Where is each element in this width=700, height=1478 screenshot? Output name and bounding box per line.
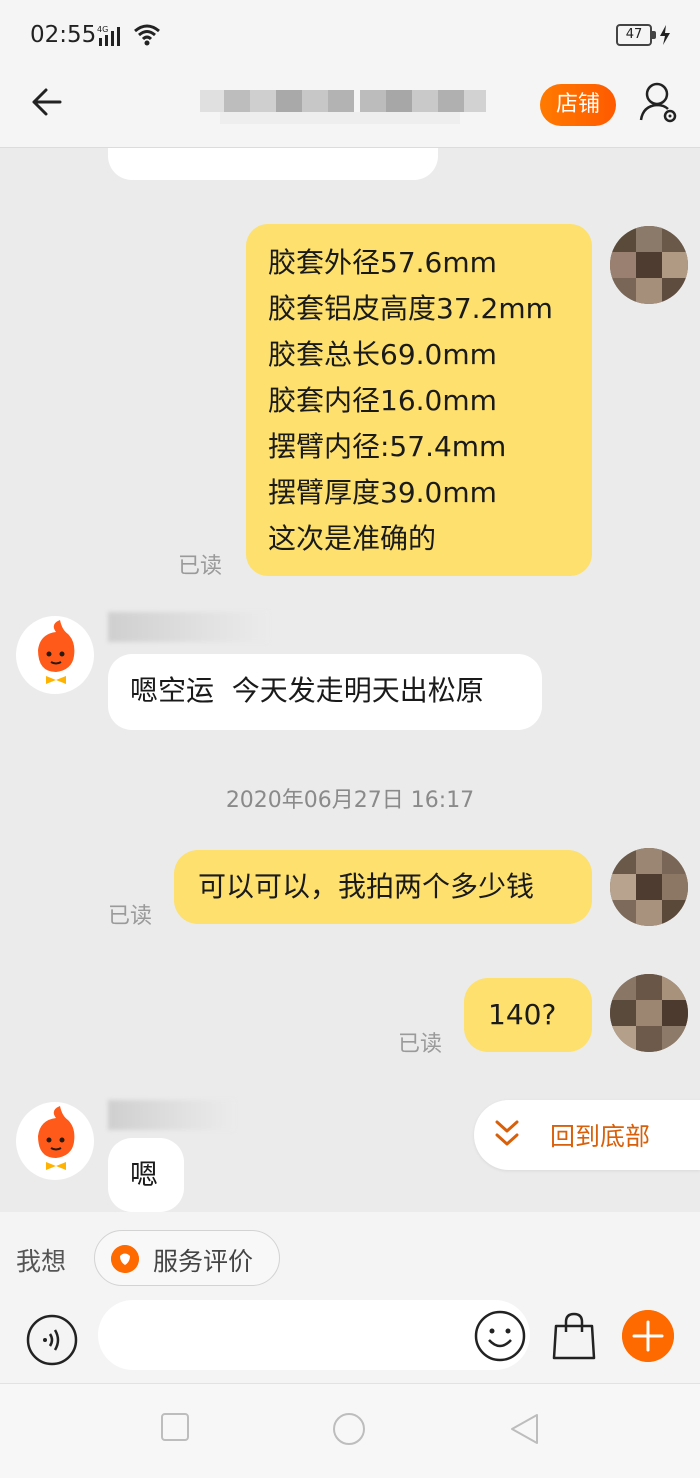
profile-settings-icon[interactable] xyxy=(638,80,680,124)
sender-name-blurred xyxy=(108,612,268,642)
emoji-icon[interactable] xyxy=(474,1310,526,1362)
message-text: 嗯 xyxy=(130,1158,159,1191)
service-review-label: 服务评价 xyxy=(153,1247,254,1276)
chevron-double-down-icon xyxy=(495,1120,519,1146)
signal-icon: 4G xyxy=(97,25,120,46)
message-bubble-outgoing[interactable]: 可以可以，我拍两个多少钱 xyxy=(174,850,592,924)
service-review-chip[interactable]: 服务评价 xyxy=(94,1230,280,1286)
sender-name-blurred xyxy=(108,1100,234,1130)
chat-area[interactable]: 胶套外径57.6mm 胶套铝皮高度37.2mm 胶套总长69.0mm 胶套内径1… xyxy=(0,148,700,1212)
quick-actions-label: 我想 xyxy=(16,1247,67,1276)
message-line: 摆臂内径:57.4mm xyxy=(268,430,507,463)
avatar[interactable] xyxy=(16,616,94,694)
charging-icon xyxy=(660,25,670,45)
quick-actions-bar: 我想 服务评价 xyxy=(0,1212,700,1300)
message-timestamp: 2020年06月27日 16:17 xyxy=(225,788,475,813)
back-to-bottom-label: 回到底部 xyxy=(550,1122,651,1151)
shopping-bag-icon[interactable] xyxy=(550,1310,598,1362)
message-line: 胶套总长69.0mm xyxy=(268,338,497,371)
message-line: 这次是准确的 xyxy=(268,522,437,555)
shop-button[interactable]: 店铺 xyxy=(540,84,616,126)
message-text: 嗯空运 今天发走明天出松原 xyxy=(130,674,484,707)
read-status: 已读 xyxy=(108,904,153,929)
system-navigation-bar xyxy=(0,1384,700,1478)
back-arrow-icon[interactable] xyxy=(28,84,64,120)
message-line: 摆臂厚度39.0mm xyxy=(268,476,497,509)
battery-icon: 47 xyxy=(616,24,656,46)
voice-icon[interactable] xyxy=(26,1314,78,1366)
plus-icon[interactable] xyxy=(622,1310,674,1362)
status-bar: 02:55 4G 47 xyxy=(0,0,700,64)
message-line: 胶套内径16.0mm xyxy=(268,384,497,417)
message-bubble-partial xyxy=(108,148,438,180)
message-input[interactable] xyxy=(98,1300,530,1370)
message-line: 胶套铝皮高度37.2mm xyxy=(268,292,553,325)
avatar[interactable] xyxy=(610,226,688,304)
message-text: 可以可以，我拍两个多少钱 xyxy=(198,870,535,903)
message-bubble-incoming[interactable]: 嗯 xyxy=(108,1138,184,1212)
wifi-icon xyxy=(134,24,160,46)
status-time: 02:55 xyxy=(30,22,97,48)
message-bubble-outgoing[interactable]: 140? xyxy=(464,978,592,1052)
circle-nav-icon[interactable] xyxy=(332,1412,366,1446)
triangle-nav-icon[interactable] xyxy=(508,1412,540,1446)
blurred-shop-name xyxy=(200,90,486,124)
avatar[interactable] xyxy=(610,974,688,1052)
avatar[interactable] xyxy=(16,1102,94,1180)
read-status: 已读 xyxy=(178,554,223,579)
message-text: 140? xyxy=(488,998,557,1031)
avatar[interactable] xyxy=(610,848,688,926)
square-nav-icon[interactable] xyxy=(160,1412,190,1442)
message-line: 胶套外径57.6mm xyxy=(268,246,497,279)
message-bubble-outgoing[interactable]: 胶套外径57.6mm 胶套铝皮高度37.2mm 胶套总长69.0mm 胶套内径1… xyxy=(246,224,592,576)
back-to-bottom-button[interactable]: 回到底部 xyxy=(474,1100,700,1170)
svg-text:4G: 4G xyxy=(97,25,108,34)
message-input-bar xyxy=(0,1300,700,1384)
message-bubble-incoming[interactable]: 嗯空运 今天发走明天出松原 xyxy=(108,654,542,730)
service-review-icon xyxy=(111,1245,139,1273)
chat-header: 店铺 xyxy=(0,64,700,148)
read-status: 已读 xyxy=(398,1032,443,1057)
